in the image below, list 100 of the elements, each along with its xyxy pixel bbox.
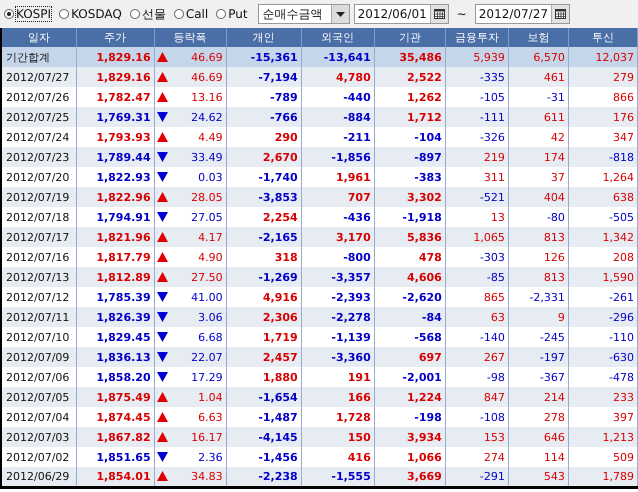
column-header[interactable]: 투신 — [568, 28, 638, 47]
value-cell: -789 — [226, 87, 302, 107]
value-cell: 1,213 — [568, 427, 638, 447]
value-cell: -1,269 — [226, 267, 302, 287]
date-cell: 2012/07/02 — [1, 447, 76, 467]
value-cell: 347 — [568, 127, 638, 147]
column-header[interactable]: 보험 — [508, 28, 568, 47]
date-cell: 2012/06/29 — [1, 467, 76, 487]
value-cell: 2,306 — [226, 307, 302, 327]
date-cell: 2012/07/03 — [1, 427, 76, 447]
value-cell: -31 — [508, 87, 568, 107]
date-cell: 기간합계 — [1, 47, 76, 67]
value-cell: -104 — [374, 127, 446, 147]
value-cell: 191 — [301, 367, 374, 387]
column-header[interactable]: 기관 — [374, 28, 446, 47]
value-cell: 2,670 — [226, 147, 302, 167]
value-cell: -1,856 — [301, 147, 374, 167]
value-cell: 847 — [445, 387, 508, 407]
value-cell: 214 — [508, 387, 568, 407]
date-cell: 2012/07/25 — [1, 107, 76, 127]
value-cell: 813 — [508, 267, 568, 287]
value-cell: 35,486 — [374, 47, 446, 67]
value-cell: 3,669 — [374, 467, 446, 487]
value-cell: 42 — [508, 127, 568, 147]
date-cell: 2012/07/05 — [1, 387, 76, 407]
value-cell: -197 — [508, 347, 568, 367]
value-cell: 416 — [301, 447, 374, 467]
market-radio[interactable]: Call — [174, 7, 208, 21]
date-cell: 2012/07/20 — [1, 167, 76, 187]
value-cell: -80 — [508, 207, 568, 227]
price-cell: 1,874.45 — [76, 407, 154, 427]
date-cell: 2012/07/06 — [1, 367, 76, 387]
price-cell: 1,769.31 — [76, 107, 154, 127]
value-cell: 2,254 — [226, 207, 302, 227]
value-cell: 166 — [301, 387, 374, 407]
column-header[interactable]: 개인 — [226, 28, 302, 47]
value-cell: 208 — [568, 247, 638, 267]
value-cell: -98 — [445, 367, 508, 387]
value-cell: 866 — [568, 87, 638, 107]
calendar-icon — [434, 9, 445, 19]
price-cell: 1,782.47 — [76, 87, 154, 107]
value-cell: -1,487 — [226, 407, 302, 427]
change-value: 16.17 — [191, 430, 223, 444]
change-value: 33.49 — [191, 150, 223, 164]
value-cell: 1,065 — [445, 227, 508, 247]
date-cell: 2012/07/19 — [1, 187, 76, 207]
value-cell: -326 — [445, 127, 508, 147]
date-field[interactable]: 2012/06/01 — [354, 4, 449, 24]
price-cell: 1,817.79 — [76, 247, 154, 267]
value-cell: 509 — [568, 447, 638, 467]
value-cell: -3,360 — [301, 347, 374, 367]
market-radio[interactable]: KOSDAQ — [59, 7, 122, 21]
value-cell: -108 — [445, 407, 508, 427]
market-radio[interactable]: Put — [216, 7, 248, 21]
date-cell: 2012/07/04 — [1, 407, 76, 427]
column-header[interactable]: 금융투자 — [445, 28, 508, 47]
price-cell: 1,836.13 — [76, 347, 154, 367]
column-header[interactable]: 일자 — [1, 28, 76, 47]
value-cell: 865 — [445, 287, 508, 307]
column-header[interactable]: 외국인 — [301, 28, 374, 47]
date-cell: 2012/07/26 — [1, 87, 76, 107]
value-cell: 1,712 — [374, 107, 446, 127]
change-value: 4.49 — [198, 130, 223, 144]
price-cell: 1,829.16 — [76, 47, 154, 67]
range-separator: ~ — [456, 7, 467, 21]
value-cell: 1,262 — [374, 87, 446, 107]
calendar-icon — [554, 9, 566, 19]
value-cell: 318 — [226, 247, 302, 267]
price-cell: 1,789.44 — [76, 147, 154, 167]
value-cell: 813 — [508, 227, 568, 247]
date-field[interactable]: 2012/07/27 — [474, 4, 570, 24]
value-cell: -2,331 — [508, 287, 568, 307]
column-header[interactable]: 등락폭 — [154, 28, 226, 47]
change-value: 4.90 — [198, 250, 223, 264]
value-cell: 274 — [445, 447, 508, 467]
market-radio[interactable]: KOSPI — [4, 7, 52, 21]
value-cell: -2,238 — [226, 467, 302, 487]
price-cell: 1,875.49 — [76, 387, 154, 407]
change-value: 46.69 — [191, 70, 223, 84]
value-cell: 6,570 — [508, 47, 568, 67]
price-cell: 1,822.93 — [76, 167, 154, 187]
metric-dropdown[interactable]: 순매수금액 — [258, 4, 350, 24]
value-cell: -261 — [568, 287, 638, 307]
change-value: 22.07 — [191, 350, 223, 364]
column-header[interactable]: 주가 — [76, 28, 154, 47]
date-cell: 2012/07/13 — [1, 267, 76, 287]
value-cell: -198 — [374, 407, 446, 427]
value-cell: 3,934 — [374, 427, 446, 447]
value-cell: 1,066 — [374, 447, 446, 467]
value-cell: 478 — [374, 247, 446, 267]
value-cell: 1,961 — [301, 167, 374, 187]
change-value: 3.06 — [198, 310, 223, 324]
change-value: 46.69 — [191, 50, 223, 64]
price-cell: 1,854.01 — [76, 467, 154, 487]
date-cell: 2012/07/12 — [1, 287, 76, 307]
price-cell: 1,829.16 — [76, 67, 154, 87]
value-cell: -3,853 — [226, 187, 302, 207]
market-radio[interactable]: 선물 — [130, 6, 166, 22]
value-cell: 12,037 — [568, 47, 638, 67]
value-cell: -2,620 — [374, 287, 446, 307]
